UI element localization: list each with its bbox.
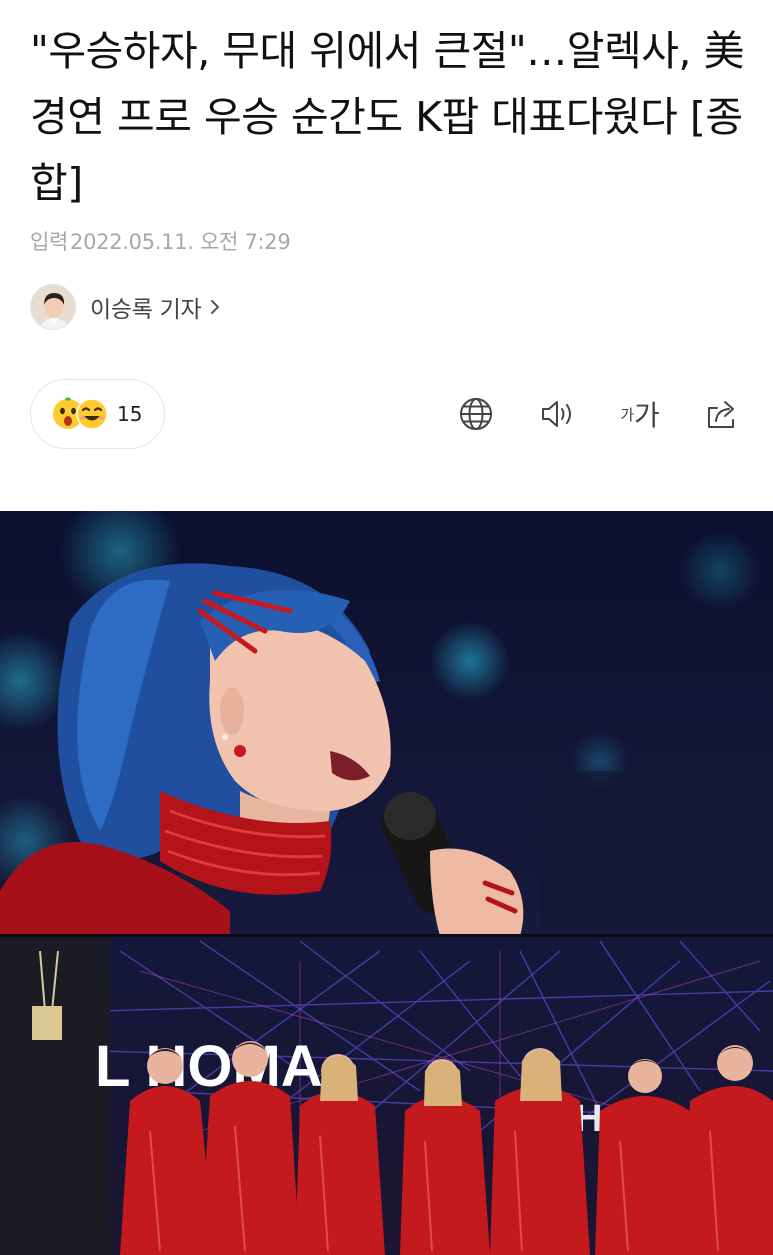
- reporter-name: 이승록 기자: [90, 297, 202, 323]
- font-large-glyph: 가: [634, 400, 660, 431]
- article-meta: 입력2022.05.11. 오전 7:29: [30, 226, 291, 256]
- reporter-link[interactable]: 이승록 기자: [30, 283, 221, 331]
- publish-date: 2022.05.11. 오전 7:29: [70, 230, 291, 254]
- globe-icon[interactable]: [455, 393, 497, 435]
- avatar: [30, 284, 76, 330]
- font-small-glyph: 가: [620, 406, 635, 424]
- share-icon[interactable]: [701, 393, 743, 435]
- input-label: 입력: [30, 230, 69, 254]
- chevron-right-icon: [209, 298, 221, 316]
- font-size-icon[interactable]: 가가: [619, 393, 661, 435]
- reaction-button[interactable]: 15: [30, 379, 165, 449]
- article-photo: L HOMA HOM: [0, 511, 773, 1255]
- stage-text-left: L HOMA: [95, 1034, 323, 1099]
- smiling-face-icon: [75, 397, 109, 431]
- speaker-icon[interactable]: [537, 393, 579, 435]
- article-title: "우승하자, 무대 위에서 큰절"…알렉사, 美 경연 프로 우승 순간도 K팝…: [30, 27, 745, 207]
- article-toolbar: 가가: [455, 393, 743, 435]
- reaction-count: 15: [117, 402, 143, 426]
